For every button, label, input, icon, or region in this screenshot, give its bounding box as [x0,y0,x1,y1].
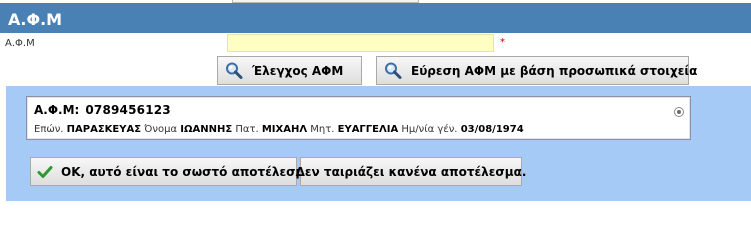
afm-field-label: Α.Φ.Μ [5,38,35,49]
check-afm-button[interactable]: Έλεγχος ΑΦΜ [217,56,362,85]
result-item[interactable]: Α.Φ.Μ: 0789456123 Επών. ΠΑΡΑΣΚΕΥΑΣ Όνομα … [26,96,691,140]
result-afm-line: Α.Φ.Μ: 0789456123 [34,103,171,117]
father-value: ΜΙΧΑΗΛ [261,124,308,135]
section-title: Α.Φ.Μ [8,10,63,29]
find-afm-button[interactable]: Εύρεση ΑΦΜ με βάση προσωπικά στοιχεία [376,56,697,85]
afm-input[interactable] [227,34,494,52]
no-match-button[interactable]: Δεν ταιριάζει κανένα αποτέλεσμα. [296,157,526,186]
section-header: Α.Φ.Μ [0,3,751,33]
name-value: ΙΩΑΝΝΗΣ [180,124,233,135]
father-label: Πατ. [235,124,259,135]
result-select-radio[interactable] [674,107,684,117]
confirm-result-label: OK, αυτό είναι το σωστό αποτέλεσμα! [61,164,319,179]
magnifier-icon [224,61,244,81]
confirm-result-button[interactable]: OK, αυτό είναι το σωστό αποτέλεσμα! [30,157,318,186]
mother-label: Μητ. [310,124,335,135]
surname-label: Επών. [34,124,64,135]
name-label: Όνομα [144,124,178,135]
result-afm-value: 0789456123 [85,103,171,117]
results-panel-edge [0,86,6,201]
no-match-label: Δεν ταιριάζει κανένα αποτέλεσμα. [295,164,527,179]
required-indicator: * [500,37,505,48]
find-afm-label: Εύρεση ΑΦΜ με βάση προσωπικά στοιχεία [411,63,698,78]
checkmark-icon [37,164,53,180]
surname-value: ΠΑΡΑΣΚΕΥΑΣ [66,124,142,135]
magnifier-icon [383,61,403,81]
result-details: Επών. ΠΑΡΑΣΚΕΥΑΣ Όνομα ΙΩΑΝΝΗΣ Πατ. ΜΙΧΑ… [34,124,524,135]
mother-value: ΕΥΑΓΓΕΛΙΑ [337,124,399,135]
result-afm-label: Α.Φ.Μ: [34,103,80,117]
dob-value: 03/08/1974 [460,124,524,135]
dob-label: Ημ/νία γέν. [401,124,458,135]
check-afm-label: Έλεγχος ΑΦΜ [252,63,344,78]
